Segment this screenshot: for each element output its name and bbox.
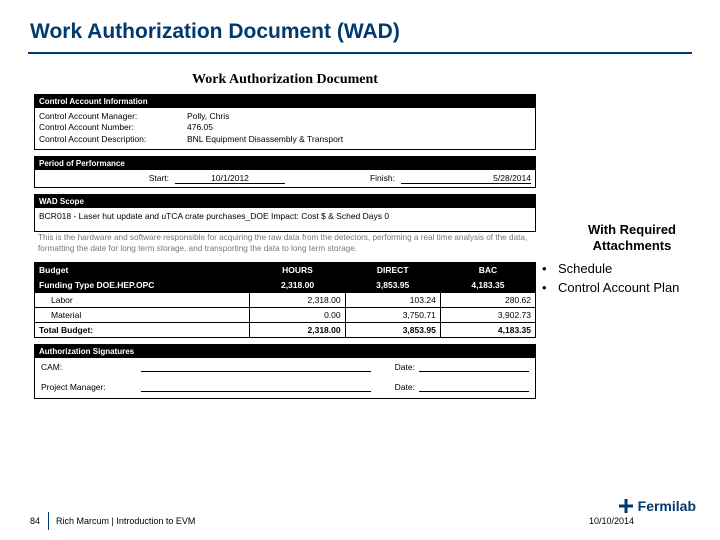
desc-value: BNL Equipment Disassembly & Transport: [187, 134, 531, 145]
sig-row-cam: CAM: Date:: [35, 358, 535, 378]
cell-hours: 2,318.00: [250, 293, 345, 308]
cell-direct: 103.24: [345, 293, 440, 308]
attachments-item-cap: Control Account Plan: [542, 280, 712, 295]
cell-hours: 2,318.00: [250, 323, 345, 338]
start-label: Start:: [39, 173, 175, 184]
sig-label-cam: CAM:: [41, 362, 141, 372]
cell-hours: 0.00: [250, 308, 345, 323]
kv-row-manager: Control Account Manager: Polly, Chris: [39, 111, 531, 122]
budget-subheader: Funding Type DOE.HEP.OPC: [35, 278, 250, 293]
section-budget: Budget HOURS DIRECT BAC Funding Type DOE…: [34, 262, 536, 338]
manager-label: Control Account Manager:: [39, 111, 187, 122]
page-number: 84: [30, 516, 40, 526]
cell-label: Total Budget:: [35, 323, 250, 338]
section-header-signatures: Authorization Signatures: [35, 345, 535, 358]
budget-table: Budget HOURS DIRECT BAC Funding Type DOE…: [34, 262, 536, 338]
cell-direct: 3,853.95: [345, 323, 440, 338]
budget-row-material: Material 0.00 3,750.71 3,902.73: [35, 308, 536, 323]
budget-header-col1: HOURS: [250, 263, 345, 278]
finish-label: Finish:: [285, 173, 401, 184]
cell-bac: 4,183.35: [440, 323, 535, 338]
attachments-title: With Required Attachments: [552, 222, 712, 255]
section-signatures: Authorization Signatures CAM: Date: Proj…: [34, 344, 536, 399]
number-value: 476.05: [187, 122, 531, 133]
fermilab-logo-icon: [618, 498, 634, 514]
footer-presenter: Rich Marcum | Introduction to EVM: [56, 516, 195, 526]
cell-label: Material: [35, 308, 250, 323]
attachments-title-line1: With Required: [588, 222, 676, 237]
number-label: Control Account Number:: [39, 122, 187, 133]
section-header-period: Period of Performance: [35, 157, 535, 170]
sig-line-cam: [141, 362, 371, 372]
scope-description: This is the hardware and software respon…: [34, 232, 536, 256]
budget-row-total: Total Budget: 2,318.00 3,853.95 4,183.35: [35, 323, 536, 338]
section-scope: WAD Scope BCR018 - Laser hut update and …: [34, 194, 536, 256]
sig-date-label-cam: Date:: [371, 362, 419, 372]
footer-divider: [48, 512, 49, 530]
kv-row-desc: Control Account Description: BNL Equipme…: [39, 134, 531, 145]
attachments-title-line2: Attachments: [593, 238, 672, 253]
sig-date-line-cam: [419, 362, 529, 372]
budget-subheader-bac: 4,183.35: [440, 278, 535, 293]
cell-bac: 3,902.73: [440, 308, 535, 323]
attachments-list: Schedule Control Account Plan: [552, 261, 712, 295]
scope-bcr: BCR018 - Laser hut update and uTCA crate…: [39, 211, 531, 226]
sig-date-label-pm: Date:: [371, 382, 419, 392]
budget-header-col3: BAC: [440, 263, 535, 278]
attachments-block: With Required Attachments Schedule Contr…: [552, 222, 712, 299]
cell-bac: 280.62: [440, 293, 535, 308]
cell-direct: 3,750.71: [345, 308, 440, 323]
attachments-item-schedule: Schedule: [542, 261, 712, 276]
budget-header-col2: DIRECT: [345, 263, 440, 278]
finish-value: 5/28/2014: [401, 173, 531, 184]
wad-document: Work Authorization Document Control Acco…: [34, 70, 536, 405]
sig-row-pm: Project Manager: Date:: [35, 378, 535, 398]
sig-line-pm: [141, 382, 371, 392]
section-account: Control Account Information Control Acco…: [34, 94, 536, 150]
budget-header-col0: Budget: [35, 263, 250, 278]
kv-row-number: Control Account Number: 476.05: [39, 122, 531, 133]
budget-subheader-direct: 3,853.95: [345, 278, 440, 293]
budget-row-labor: Labor 2,318.00 103.24 280.62: [35, 293, 536, 308]
section-header-scope: WAD Scope: [35, 195, 535, 208]
section-period: Period of Performance Start: 10/1/2012 F…: [34, 156, 536, 188]
budget-subheader-hours: 2,318.00: [250, 278, 345, 293]
footer: 84 Rich Marcum | Introduction to EVM 10/…: [0, 496, 720, 540]
fermilab-logo-text: Fermilab: [638, 498, 696, 514]
sig-label-pm: Project Manager:: [41, 382, 141, 392]
start-value: 10/1/2012: [175, 173, 285, 184]
slide: Work Authorization Document (WAD) Work A…: [0, 0, 720, 540]
sig-date-line-pm: [419, 382, 529, 392]
section-header-account: Control Account Information: [35, 95, 535, 108]
slide-title: Work Authorization Document (WAD): [30, 20, 400, 44]
fermilab-logo: Fermilab: [618, 498, 696, 514]
title-rule: [28, 52, 692, 54]
desc-label: Control Account Description:: [39, 134, 187, 145]
manager-value: Polly, Chris: [187, 111, 531, 122]
footer-date: 10/10/2014: [589, 516, 634, 526]
wad-heading: Work Authorization Document: [34, 72, 536, 88]
cell-label: Labor: [35, 293, 250, 308]
